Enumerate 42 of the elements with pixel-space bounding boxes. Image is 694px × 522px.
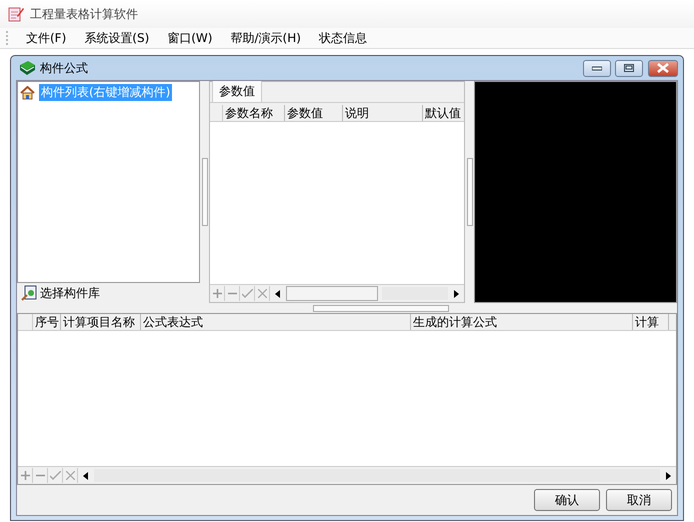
checkmark-icon[interactable]: [48, 468, 63, 483]
right-arrow-icon: [452, 290, 460, 298]
checkmark-icon[interactable]: [240, 286, 255, 301]
book-icon: [18, 60, 36, 76]
column-header[interactable]: 生成的计算公式: [411, 314, 633, 330]
menu-item[interactable]: 窗口(W): [159, 30, 220, 46]
column-header[interactable]: 计算: [633, 314, 669, 330]
remove-icon[interactable]: [33, 468, 48, 483]
menu-item[interactable]: 状态信息: [310, 30, 375, 46]
menu-item[interactable]: 文件(F): [18, 30, 74, 46]
dialog-button[interactable]: 确认: [534, 489, 600, 511]
notepad-pencil-icon: [8, 6, 24, 22]
document-magnifier-icon: [21, 285, 37, 301]
minimize-icon: [592, 65, 602, 71]
cancel-icon[interactable]: [63, 468, 78, 483]
menu-item[interactable]: 系统设置(S): [76, 30, 158, 46]
column-header[interactable]: 序号: [33, 314, 61, 330]
dialog-button[interactable]: 取消: [606, 489, 672, 511]
maximize-button[interactable]: [615, 60, 643, 76]
add-icon[interactable]: [18, 468, 33, 483]
column-header[interactable]: 参数名称: [223, 105, 285, 121]
cancel-icon[interactable]: [255, 286, 270, 301]
right-arrow-icon: [664, 472, 672, 480]
app-title: 工程量表格计算软件: [30, 6, 138, 22]
close-button[interactable]: [648, 60, 678, 76]
add-icon[interactable]: [210, 286, 225, 301]
child-window-title: 构件公式: [40, 60, 88, 76]
column-header[interactable]: 说明: [343, 105, 423, 121]
column-header[interactable]: 默认值: [423, 105, 464, 121]
column-header[interactable]: 计算项目名称: [61, 314, 141, 330]
left-arrow-icon: [82, 472, 90, 480]
tab[interactable]: 参数值: [212, 81, 262, 102]
splitter-handle[interactable]: [313, 304, 449, 312]
minimize-button[interactable]: [583, 60, 611, 76]
maximize-icon: [624, 64, 634, 72]
menu-item[interactable]: 帮助/演示(H): [222, 30, 309, 46]
column-header[interactable]: 公式表达式: [141, 314, 411, 330]
remove-icon[interactable]: [225, 286, 240, 301]
close-icon: [657, 63, 669, 73]
house-icon: [20, 86, 35, 100]
left-arrow-icon: [274, 290, 282, 298]
column-header[interactable]: 参数值: [285, 105, 343, 121]
